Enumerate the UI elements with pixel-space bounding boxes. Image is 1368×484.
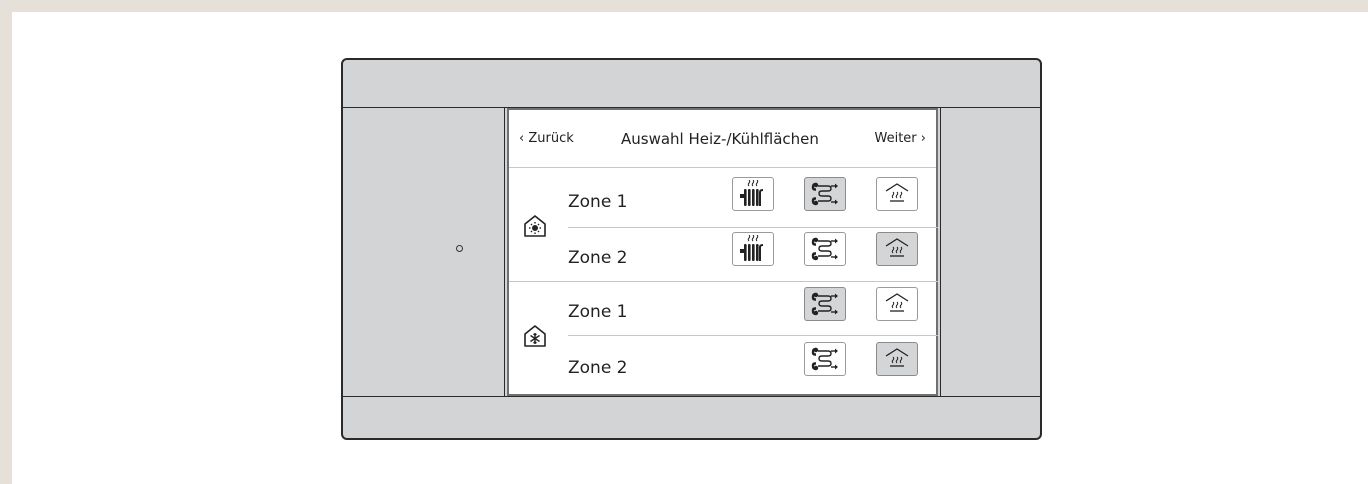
surface-heating-option-button[interactable] [876, 287, 918, 321]
floor-circuit-option-button[interactable] [804, 287, 846, 321]
floor-circuit-icon [811, 347, 838, 371]
floor-circuit-icon [811, 237, 838, 261]
background-frame-left [0, 0, 12, 484]
next-label: Weiter [874, 131, 917, 146]
row-divider [568, 335, 938, 336]
cooling-zone-1-label: Zone 1 [568, 302, 628, 322]
device-right-divider [940, 107, 941, 397]
radiator-option-button[interactable] [732, 232, 774, 266]
screen-header: ‹ Zurück Auswahl Heiz-/Kühlflächen Weite… [509, 110, 936, 168]
surface-heating-option-button[interactable] [876, 232, 918, 266]
floor-circuit-option-button[interactable] [804, 342, 846, 376]
house-sun-icon [523, 214, 547, 238]
surface-heating-option-button[interactable] [876, 342, 918, 376]
page-title: Auswahl Heiz-/Kühlflächen [621, 130, 819, 148]
control-panel-device: ‹ Zurück Auswahl Heiz-/Kühlflächen Weite… [341, 58, 1042, 440]
back-label: Zurück [528, 131, 574, 146]
surface-heating-icon [885, 293, 909, 312]
back-button[interactable]: ‹ Zurück [519, 131, 574, 146]
touch-screen: ‹ Zurück Auswahl Heiz-/Kühlflächen Weite… [507, 108, 938, 396]
surface-heating-icon [885, 238, 909, 257]
device-left-divider [504, 107, 505, 397]
heating-zone-2-label: Zone 2 [568, 248, 628, 268]
surface-heating-icon [885, 348, 909, 367]
group-divider [509, 281, 938, 282]
radiator-icon [740, 235, 764, 261]
background-frame-top [0, 0, 1368, 12]
next-button[interactable]: Weiter › [875, 131, 927, 146]
floor-circuit-option-button[interactable] [804, 177, 846, 211]
cooling-zone-2-label: Zone 2 [568, 358, 628, 378]
surface-heating-icon [885, 183, 909, 202]
heating-zone-1-label: Zone 1 [568, 192, 628, 212]
status-led [456, 245, 463, 252]
floor-circuit-icon [811, 182, 838, 206]
surface-heating-option-button[interactable] [876, 177, 918, 211]
radiator-icon [740, 180, 764, 206]
row-divider [568, 227, 938, 228]
floor-circuit-icon [811, 292, 838, 316]
radiator-option-button[interactable] [732, 177, 774, 211]
device-bottom-divider [343, 396, 1040, 397]
floor-circuit-option-button[interactable] [804, 232, 846, 266]
house-snowflake-icon [523, 324, 547, 348]
